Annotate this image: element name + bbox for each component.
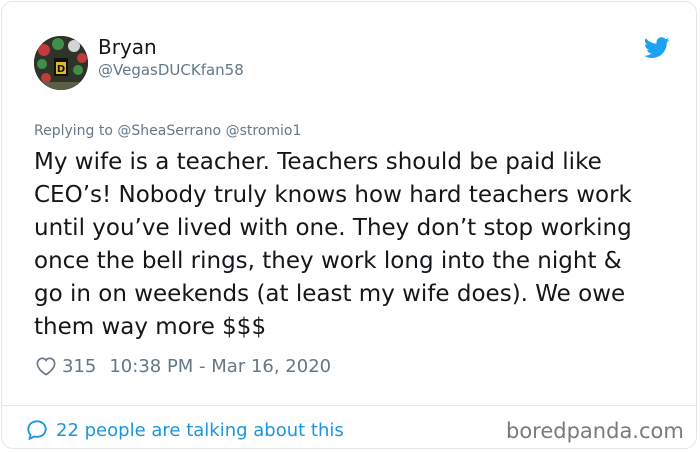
watermark: boredpanda.com bbox=[506, 419, 684, 443]
tweet-timestamp[interactable]: 10:38 PM - Mar 16, 2020 bbox=[109, 356, 331, 377]
reply-context: Replying to @SheaSerrano @stromio1 bbox=[34, 122, 301, 140]
author-name[interactable]: Bryan bbox=[98, 35, 157, 59]
tweet-card: D Bryan @VegasDUCKfan58 Replying to @She… bbox=[1, 1, 697, 449]
conversation-text: 22 people are talking about this bbox=[56, 419, 344, 441]
avatar-image: D bbox=[34, 36, 88, 90]
tweet-text-line: go in on weekends (at least my wife does… bbox=[34, 281, 626, 307]
divider bbox=[2, 405, 696, 406]
tweet-text-line: once the bell rings, they work long into… bbox=[34, 248, 622, 274]
tweet-text-line: My wife is a teacher. Teachers should be… bbox=[34, 149, 602, 175]
tweet-text-line: CEO’s! Nobody truly knows how hard teach… bbox=[34, 182, 632, 208]
tweet-text-line: until you’ve lived with one. They don’t … bbox=[34, 215, 632, 241]
reply-mention[interactable]: @stromio1 bbox=[226, 123, 302, 139]
speech-bubble-icon bbox=[27, 420, 47, 441]
tweet-text: My wife is a teacher. Teachers should be… bbox=[34, 146, 674, 344]
conversation-link[interactable]: 22 people are talking about this bbox=[26, 417, 344, 443]
tweet-text-line: them way more $$$ bbox=[34, 314, 267, 340]
twitter-bird-icon[interactable] bbox=[644, 37, 670, 59]
like-count: 315 bbox=[62, 355, 97, 377]
avatar[interactable]: D bbox=[34, 36, 88, 90]
reply-mention[interactable]: @SheaSerrano bbox=[117, 123, 221, 139]
svg-text:D: D bbox=[57, 64, 65, 75]
tweet-meta: 315 10:38 PM - Mar 16, 2020 bbox=[35, 354, 331, 378]
author-handle[interactable]: @VegasDUCKfan58 bbox=[98, 60, 244, 80]
heart-icon[interactable] bbox=[35, 356, 57, 376]
reply-prefix: Replying to bbox=[34, 123, 113, 139]
